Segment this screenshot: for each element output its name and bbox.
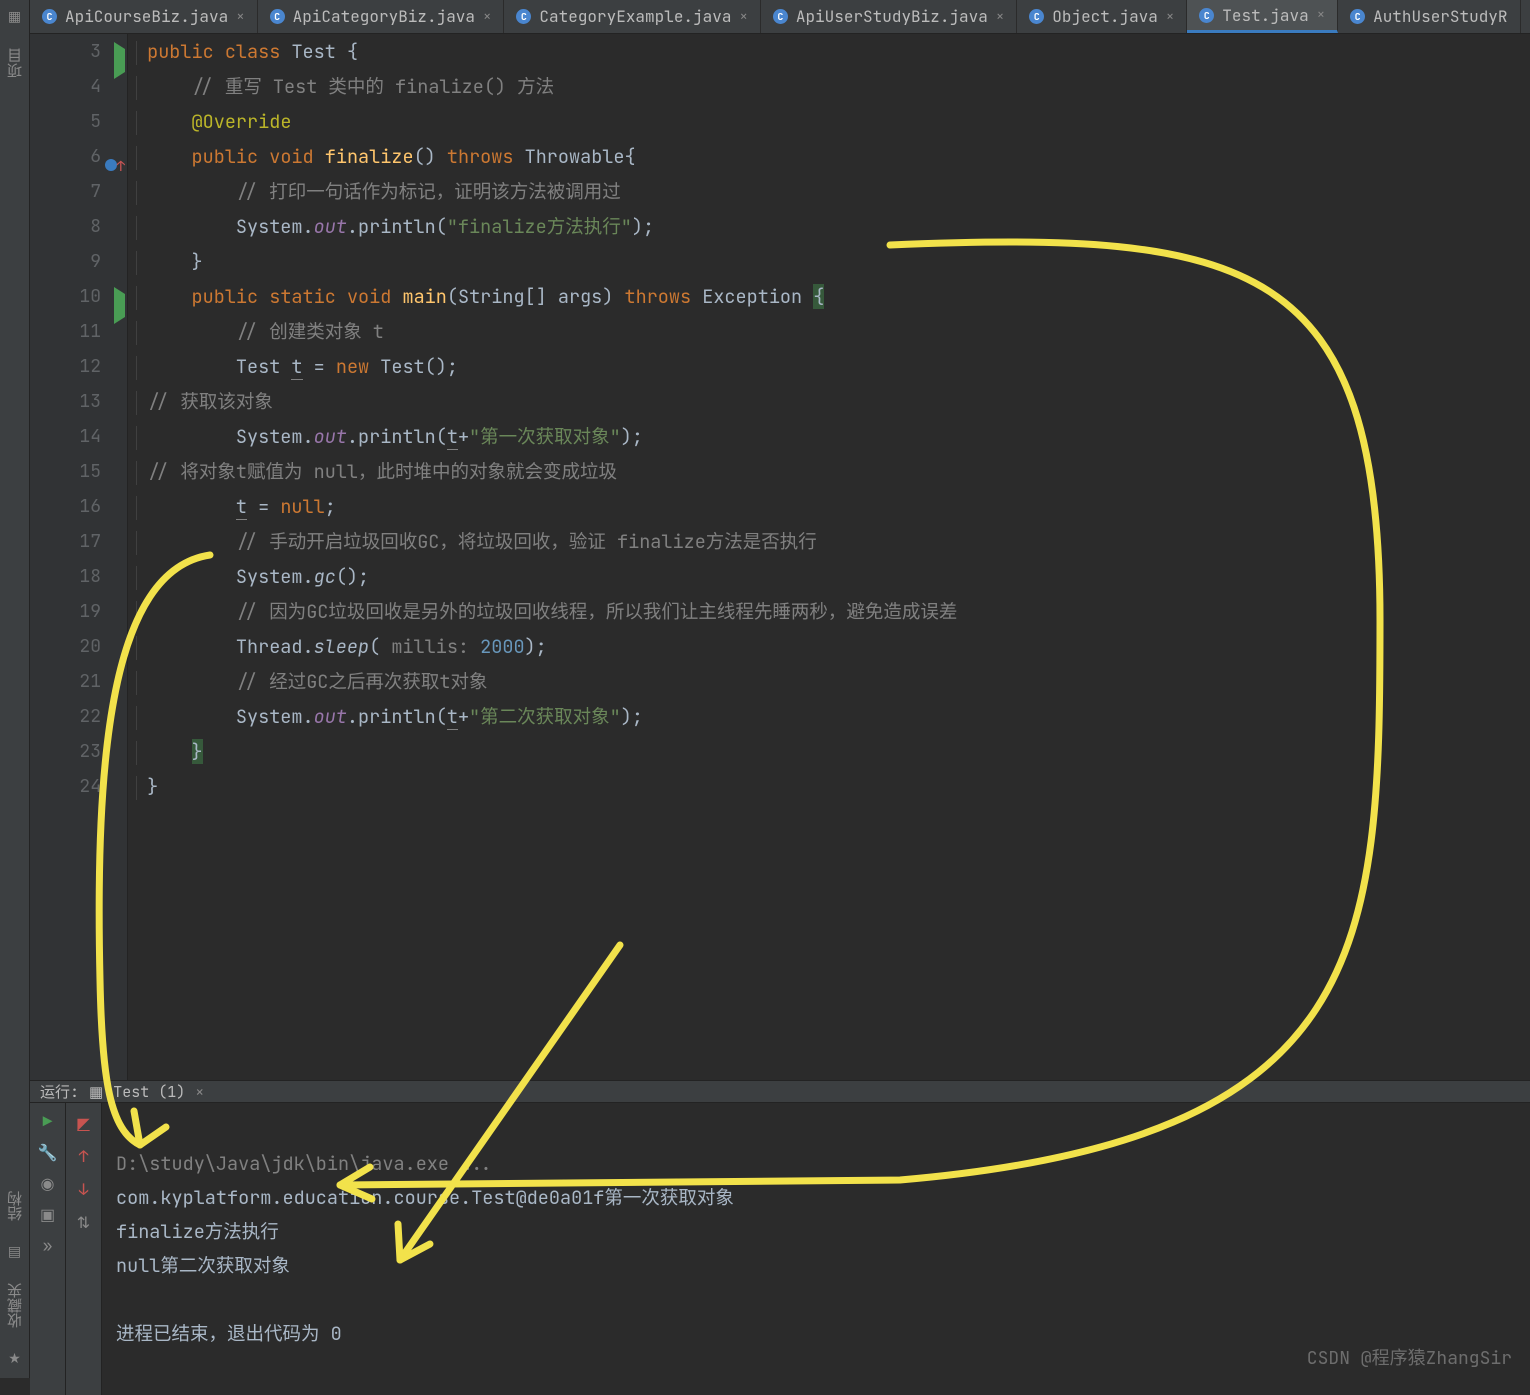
layout-icon[interactable]: ▣ bbox=[40, 1204, 55, 1225]
expand-icon[interactable]: » bbox=[43, 1235, 53, 1256]
java-class-icon: C bbox=[42, 9, 57, 24]
run-icon[interactable] bbox=[114, 288, 125, 323]
java-class-icon: C bbox=[1199, 8, 1214, 23]
tab-object[interactable]: CObject.java× bbox=[1017, 0, 1187, 33]
java-class-icon: C bbox=[1029, 9, 1044, 24]
java-class-icon: C bbox=[516, 9, 531, 24]
watermark: CSDN @程序猿ZhangSir bbox=[1307, 1344, 1512, 1370]
project-toolwindow[interactable]: 项目 bbox=[4, 44, 25, 82]
sort-icon[interactable]: ⇅ bbox=[77, 1212, 90, 1233]
close-icon[interactable]: × bbox=[996, 8, 1004, 26]
run-icon[interactable]: ▶ bbox=[43, 1111, 53, 1132]
tab-apicoursebiz[interactable]: CApiCourseBiz.java× bbox=[30, 0, 258, 33]
run-label: 运行: bbox=[40, 1081, 79, 1102]
tab-apicategorybiz[interactable]: CApiCategoryBiz.java× bbox=[258, 0, 505, 33]
close-icon[interactable]: × bbox=[1166, 8, 1174, 26]
editor-tabs: CApiCourseBiz.java× CApiCategoryBiz.java… bbox=[30, 0, 1530, 34]
tab-apiuserstudybiz[interactable]: CApiUserStudyBiz.java× bbox=[761, 0, 1017, 33]
gutter[interactable]: 3 4 5 6↑ 7 8 9 10 11 12 13 14 15 16 17 1… bbox=[30, 34, 128, 1080]
console-line: finalize方法执行 bbox=[116, 1219, 279, 1244]
close-icon[interactable]: × bbox=[1317, 6, 1325, 24]
structure-toolwindow[interactable]: 结构 bbox=[4, 1187, 25, 1225]
java-class-icon: C bbox=[773, 9, 788, 24]
run-panel: 运行: ▦ Test (1) × ▶ 🔧 ◉ ▣ » ◤ ↑ ↓ ⇅ bbox=[30, 1080, 1530, 1378]
console-line: null第二次获取对象 bbox=[116, 1253, 290, 1278]
override-icon[interactable]: ↑ bbox=[105, 148, 125, 185]
close-icon[interactable]: × bbox=[236, 8, 244, 26]
code-area[interactable]: public class Test { // 重写 Test 类中的 final… bbox=[128, 34, 1530, 1080]
java-class-icon: C bbox=[270, 9, 285, 24]
code-editor[interactable]: 3 4 5 6↑ 7 8 9 10 11 12 13 14 15 16 17 1… bbox=[30, 34, 1530, 1080]
tab-authuserstudyr[interactable]: CAuthUserStudyR bbox=[1338, 0, 1520, 33]
wrench-icon[interactable]: 🔧 bbox=[38, 1142, 58, 1163]
tab-categoryexample[interactable]: CCategoryExample.java× bbox=[504, 0, 760, 33]
run-tab[interactable]: Test (1) bbox=[113, 1082, 185, 1102]
star-icon[interactable]: ★ bbox=[8, 1350, 21, 1368]
run-tools-secondary: ◤ ↑ ↓ ⇅ bbox=[66, 1103, 102, 1395]
stop-icon[interactable]: ◤ bbox=[77, 1113, 89, 1134]
grid-icon[interactable]: ▦ bbox=[8, 8, 21, 26]
camera-icon[interactable]: ◉ bbox=[41, 1173, 55, 1194]
console-line: D:\study\Java\jdk\bin\java.exe ... bbox=[116, 1151, 493, 1176]
left-toolwindow-bar[interactable]: ▦ 项目 结构 ▤ 收藏夹 ★ bbox=[0, 0, 30, 1378]
structure-icon[interactable]: ▤ bbox=[8, 1243, 21, 1261]
tab-test[interactable]: CTest.java× bbox=[1187, 0, 1338, 33]
console-line: com.kyplatform.education.course.Test@de0… bbox=[116, 1185, 734, 1210]
run-icon[interactable] bbox=[114, 43, 125, 78]
close-icon[interactable]: × bbox=[195, 1082, 204, 1102]
favorites-toolwindow[interactable]: 收藏夹 bbox=[4, 1279, 25, 1332]
run-tab-icon: ▦ bbox=[89, 1082, 103, 1102]
down-icon[interactable]: ↓ bbox=[79, 1179, 89, 1200]
run-tools-primary: ▶ 🔧 ◉ ▣ » bbox=[30, 1103, 66, 1395]
close-icon[interactable]: × bbox=[483, 8, 491, 26]
console-line: 进程已结束，退出代码为 0 bbox=[116, 1321, 342, 1346]
close-icon[interactable]: × bbox=[739, 8, 747, 26]
up-icon[interactable]: ↑ bbox=[79, 1146, 89, 1167]
java-class-icon: C bbox=[1350, 9, 1365, 24]
